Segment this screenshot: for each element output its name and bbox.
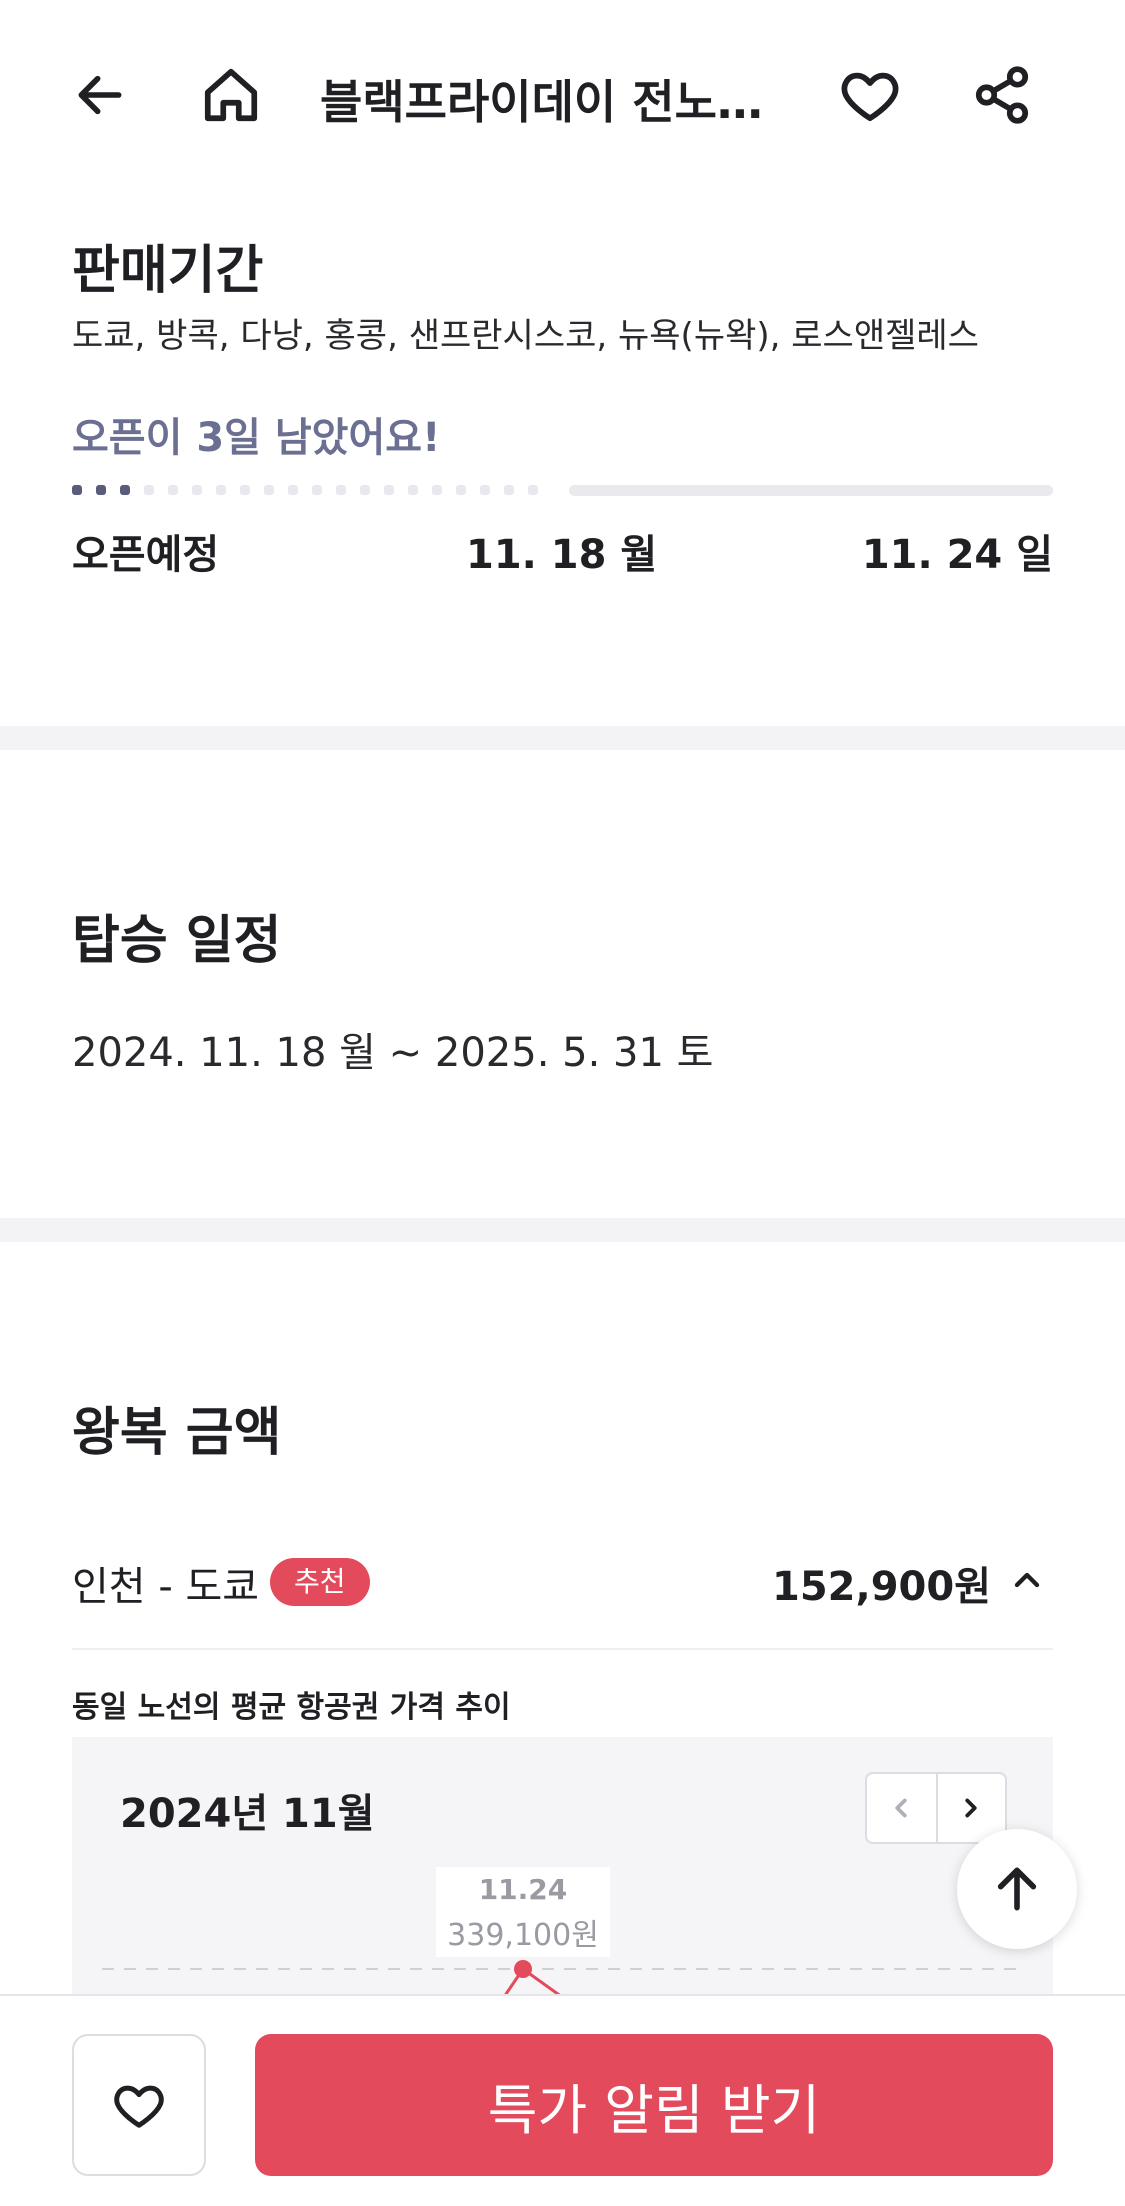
heart-icon xyxy=(841,72,899,122)
open-status-label: 오픈예정 xyxy=(72,532,220,578)
recommend-badge: 추천 xyxy=(270,1558,370,1606)
wishlist-button[interactable] xyxy=(72,2034,206,2176)
route-name: 인천 - 도쿄 xyxy=(72,1564,260,1610)
sale-progress-bar xyxy=(72,480,1053,500)
open-start-date: 11. 18 월 xyxy=(466,532,658,578)
heart-icon xyxy=(114,2085,164,2128)
home-icon xyxy=(204,68,258,122)
next-month-button[interactable] xyxy=(935,1774,1005,1842)
progress-dot xyxy=(504,485,514,495)
tooltip-price: 339,100원 xyxy=(447,1918,599,1953)
home-button[interactable] xyxy=(191,55,271,135)
open-remaining-text: 오픈이 3일 남았어요! xyxy=(72,415,441,461)
tooltip-date: 11.24 xyxy=(478,1873,568,1906)
scroll-to-top-button[interactable] xyxy=(957,1829,1077,1949)
progress-dot xyxy=(192,485,202,495)
progress-dot xyxy=(120,485,130,495)
progress-track xyxy=(569,485,1053,496)
progress-dot xyxy=(408,485,418,495)
route-divider xyxy=(72,1648,1053,1650)
share-icon xyxy=(975,66,1029,124)
progress-dot xyxy=(216,485,226,495)
round-trip-title: 왕복 금액 xyxy=(72,1403,282,1463)
progress-dot xyxy=(96,485,106,495)
progress-dot xyxy=(72,485,82,495)
boarding-title: 탑승 일정 xyxy=(72,911,282,971)
progress-dot xyxy=(384,485,394,495)
progress-dot xyxy=(288,485,298,495)
price-trend-chart: 2024년 11월 11.24 339,100원 xyxy=(72,1737,1053,1997)
open-end-date: 11. 24 일 xyxy=(861,532,1053,578)
boarding-range: 2024. 11. 18 월 ~ 2025. 5. 31 토 xyxy=(72,1030,714,1076)
progress-dot xyxy=(168,485,178,495)
bottom-action-bar: 특가 알림 받기 xyxy=(0,1994,1125,2206)
back-button[interactable] xyxy=(60,55,140,135)
chevron-right-icon xyxy=(965,1798,978,1818)
progress-dot xyxy=(480,485,490,495)
chevron-left-icon xyxy=(895,1798,908,1818)
sale-period-title: 판매기간 xyxy=(72,241,264,301)
get-deal-alert-button[interactable]: 특가 알림 받기 xyxy=(255,2034,1053,2176)
progress-dot xyxy=(336,485,346,495)
price-trend-label: 동일 노선의 평균 항공권 가격 추이 xyxy=(72,1690,511,1725)
arrow-left-icon xyxy=(78,75,122,115)
month-nav xyxy=(865,1772,1007,1844)
progress-dot xyxy=(456,485,466,495)
progress-dot xyxy=(264,485,274,495)
route-price: 152,900원 xyxy=(772,1564,991,1610)
chart-point-selected[interactable] xyxy=(514,1960,532,1978)
chevron-up-icon[interactable] xyxy=(1007,1560,1047,1604)
chart-month: 2024년 11월 xyxy=(120,1791,375,1837)
top-app-bar: 블랙프라이데이 전노선 특가 xyxy=(0,0,1125,190)
section-divider xyxy=(0,1218,1125,1242)
share-button[interactable] xyxy=(962,55,1042,135)
route-price-row[interactable]: 인천 - 도쿄 추천 152,900원 xyxy=(72,1548,1053,1618)
progress-dot xyxy=(528,485,538,495)
open-schedule-row: 오픈예정 11. 18 월 11. 24 일 xyxy=(72,522,1053,582)
page-title: 블랙프라이데이 전노선 특가 xyxy=(320,75,770,129)
progress-dot xyxy=(144,485,154,495)
arrow-up-icon xyxy=(997,1867,1037,1911)
favorite-button[interactable] xyxy=(830,55,910,135)
destinations-text: 도쿄, 방콕, 다낭, 홍콩, 샌프란시스코, 뉴욕(뉴왁), 로스앤젤레스 xyxy=(72,316,979,356)
progress-dot xyxy=(240,485,250,495)
progress-dot xyxy=(312,485,322,495)
progress-dot xyxy=(360,485,370,495)
progress-dot xyxy=(432,485,442,495)
chart-tooltip: 11.24 339,100원 xyxy=(436,1867,610,1957)
prev-month-button[interactable] xyxy=(867,1774,936,1842)
section-divider xyxy=(0,726,1125,750)
